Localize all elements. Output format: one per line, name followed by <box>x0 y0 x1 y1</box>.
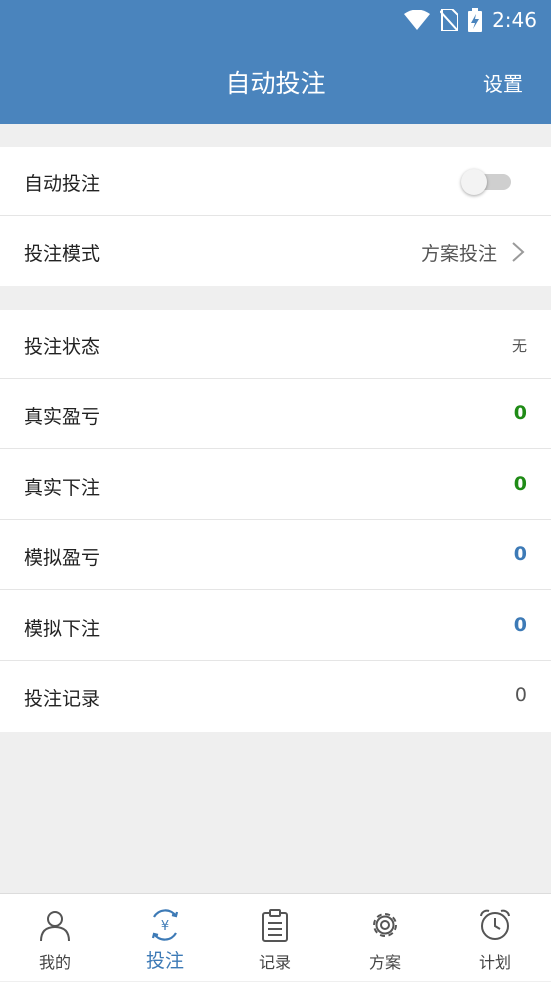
stat-label: 真实盈亏 <box>24 406 101 428</box>
tab-label: 方案 <box>368 953 401 972</box>
clipboard-icon <box>262 909 288 942</box>
status-time: 2:46 <box>492 8 537 32</box>
tab-mine[interactable]: 我的 <box>0 894 110 982</box>
tab-schedule[interactable]: 计划 <box>440 894 550 982</box>
page-title: 自动投注 <box>225 69 326 98</box>
stat-row-bet-status: 投注状态 无 <box>0 310 551 379</box>
no-sim-icon <box>440 9 459 31</box>
chevron-right-icon <box>512 242 525 262</box>
tab-records[interactable]: 记录 <box>220 894 330 982</box>
auto-bet-row: 自动投注 <box>0 147 551 216</box>
stat-row-real-bets: 真实下注 0 <box>0 451 551 520</box>
app-bar: 自动投注 设置 <box>0 40 551 124</box>
tab-label: 我的 <box>38 953 71 972</box>
bet-mode-row[interactable]: 投注模式 方案投注 <box>0 217 551 286</box>
svg-text:¥: ¥ <box>161 919 169 934</box>
stat-label: 真实下注 <box>24 477 101 499</box>
stat-label: 投注状态 <box>24 336 101 358</box>
stat-label: 模拟盈亏 <box>24 547 101 569</box>
tab-label: 计划 <box>478 953 511 972</box>
stats-section: 投注状态 无 真实盈亏 0 真实下注 0 模拟盈亏 0 模拟下注 0 投注记录 … <box>0 310 551 732</box>
tab-label: 记录 <box>258 953 291 972</box>
status-bar: 2:46 <box>0 0 551 40</box>
stat-value: 无 <box>511 337 527 355</box>
auto-bet-label: 自动投注 <box>24 173 101 195</box>
stat-label: 模拟下注 <box>24 618 101 640</box>
bet-mode-value: 方案投注 <box>420 243 497 265</box>
settings-button[interactable]: 设置 <box>483 68 523 97</box>
person-icon <box>40 911 70 942</box>
stat-row-sim-bets: 模拟下注 0 <box>0 592 551 661</box>
stat-value: 0 <box>513 473 527 495</box>
tab-bet[interactable]: ¥ 投注 <box>110 894 220 982</box>
stat-row-sim-profit: 模拟盈亏 0 <box>0 521 551 590</box>
tab-plans[interactable]: 方案 <box>330 894 440 982</box>
wifi-icon <box>404 10 431 30</box>
toggle-thumb <box>461 169 487 195</box>
auto-bet-section: 自动投注 投注模式 方案投注 <box>0 147 551 286</box>
stat-label: 投注记录 <box>24 688 101 710</box>
bet-mode-label: 投注模式 <box>24 243 101 265</box>
stat-row-real-profit: 真实盈亏 0 <box>0 380 551 449</box>
stat-value: 0 <box>513 402 527 424</box>
status-icons: 2:46 <box>404 7 537 33</box>
stat-row-bet-records[interactable]: 投注记录 0 <box>0 662 551 731</box>
battery-charging-icon <box>468 8 483 32</box>
stat-value: 0 <box>513 543 527 565</box>
bet-cycle-icon: ¥ <box>151 909 179 941</box>
stat-value: 0 <box>513 614 527 636</box>
alarm-clock-icon <box>480 909 510 940</box>
bottom-tab-bar: 我的 ¥ 投注 记录 方案 计划 <box>0 893 551 981</box>
tab-label: 投注 <box>145 950 184 972</box>
auto-bet-toggle[interactable] <box>461 169 511 195</box>
gear-icon <box>373 913 397 937</box>
stat-value: 0 <box>514 684 527 706</box>
